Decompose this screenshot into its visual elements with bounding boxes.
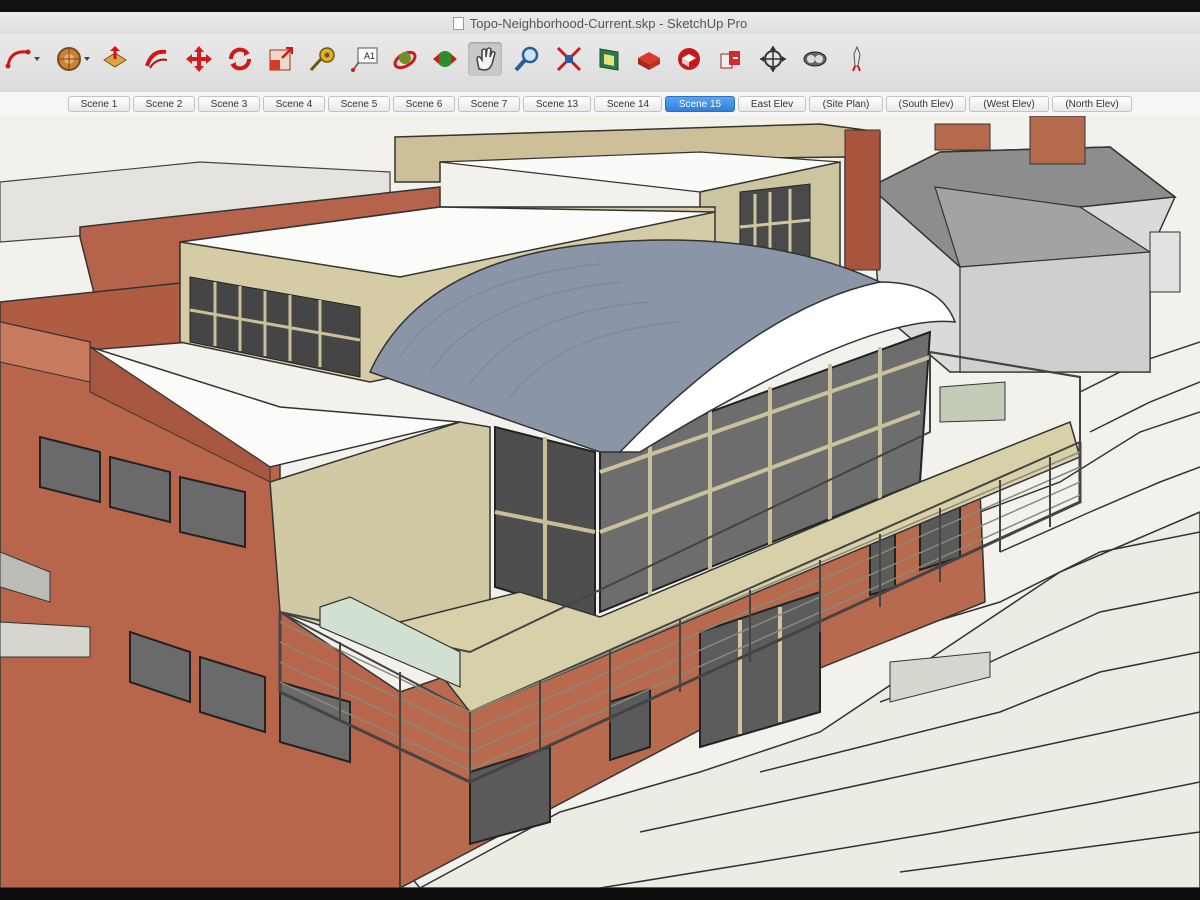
scene-tab-14[interactable]: Scene 14	[594, 96, 662, 112]
orbit-icon[interactable]	[388, 42, 422, 76]
model-canvas	[0, 116, 1200, 888]
position-camera-icon[interactable]	[756, 42, 790, 76]
scenes-bar: Scene 1 Scene 2 Scene 3 Scene 4 Scene 5 …	[0, 92, 1200, 117]
rotate-icon[interactable]	[223, 42, 257, 76]
scene-tab-1[interactable]: Scene 1	[68, 96, 130, 112]
scene-tab-7[interactable]: Scene 7	[458, 96, 520, 112]
scene-tab-13[interactable]: Scene 13	[523, 96, 591, 112]
scene-tab-site-plan[interactable]: (Site Plan)	[809, 96, 883, 112]
screen-bezel-bottom	[0, 888, 1200, 900]
share-model-icon[interactable]	[714, 42, 748, 76]
sketchup-window: Topo-Neighborhood-Current.skp - SketchUp…	[0, 12, 1200, 888]
arc-tool-icon[interactable]	[2, 42, 40, 76]
scene-tab-2[interactable]: Scene 2	[133, 96, 195, 112]
text-tool-icon[interactable]: A1	[348, 42, 382, 76]
screen-bezel-top	[0, 0, 1200, 12]
tape-measure-icon[interactable]	[306, 42, 340, 76]
model-viewport[interactable]	[0, 116, 1200, 888]
scene-tab-north-elev[interactable]: (North Elev)	[1052, 96, 1132, 112]
scene-tab-15[interactable]: Scene 15	[665, 96, 735, 112]
move-icon[interactable]	[182, 42, 216, 76]
follow-me-icon[interactable]	[140, 42, 174, 76]
look-around-icon[interactable]	[798, 42, 832, 76]
scene-tab-4[interactable]: Scene 4	[263, 96, 325, 112]
scene-tab-5[interactable]: Scene 5	[328, 96, 390, 112]
3d-warehouse-icon[interactable]	[672, 42, 706, 76]
walk-icon[interactable]	[840, 42, 874, 76]
scene-tab-3[interactable]: Scene 3	[198, 96, 260, 112]
document-icon	[452, 16, 464, 30]
scene-tab-east-elev[interactable]: East Elev	[738, 96, 806, 112]
component-icon[interactable]	[632, 42, 666, 76]
paint-bucket-icon[interactable]	[52, 42, 90, 76]
zoom-icon[interactable]	[510, 42, 544, 76]
pan-icon[interactable]	[428, 42, 462, 76]
hand-tool-icon[interactable]	[468, 42, 502, 76]
title-bar: Topo-Neighborhood-Current.skp - SketchUp…	[0, 12, 1200, 34]
window-title: Topo-Neighborhood-Current.skp - SketchUp…	[469, 15, 748, 31]
push-pull-icon[interactable]	[98, 42, 132, 76]
scene-tab-6[interactable]: Scene 6	[393, 96, 455, 112]
scene-tab-west-elev[interactable]: (West Elev)	[969, 96, 1049, 112]
scene-tab-south-elev[interactable]: (South Elev)	[886, 96, 966, 112]
zoom-extents-icon[interactable]	[552, 42, 586, 76]
section-plane-icon[interactable]	[592, 42, 626, 76]
scale-icon[interactable]	[264, 42, 298, 76]
large-tool-set-toolbar: A1	[0, 34, 1200, 93]
svg-text:A1: A1	[364, 51, 375, 61]
